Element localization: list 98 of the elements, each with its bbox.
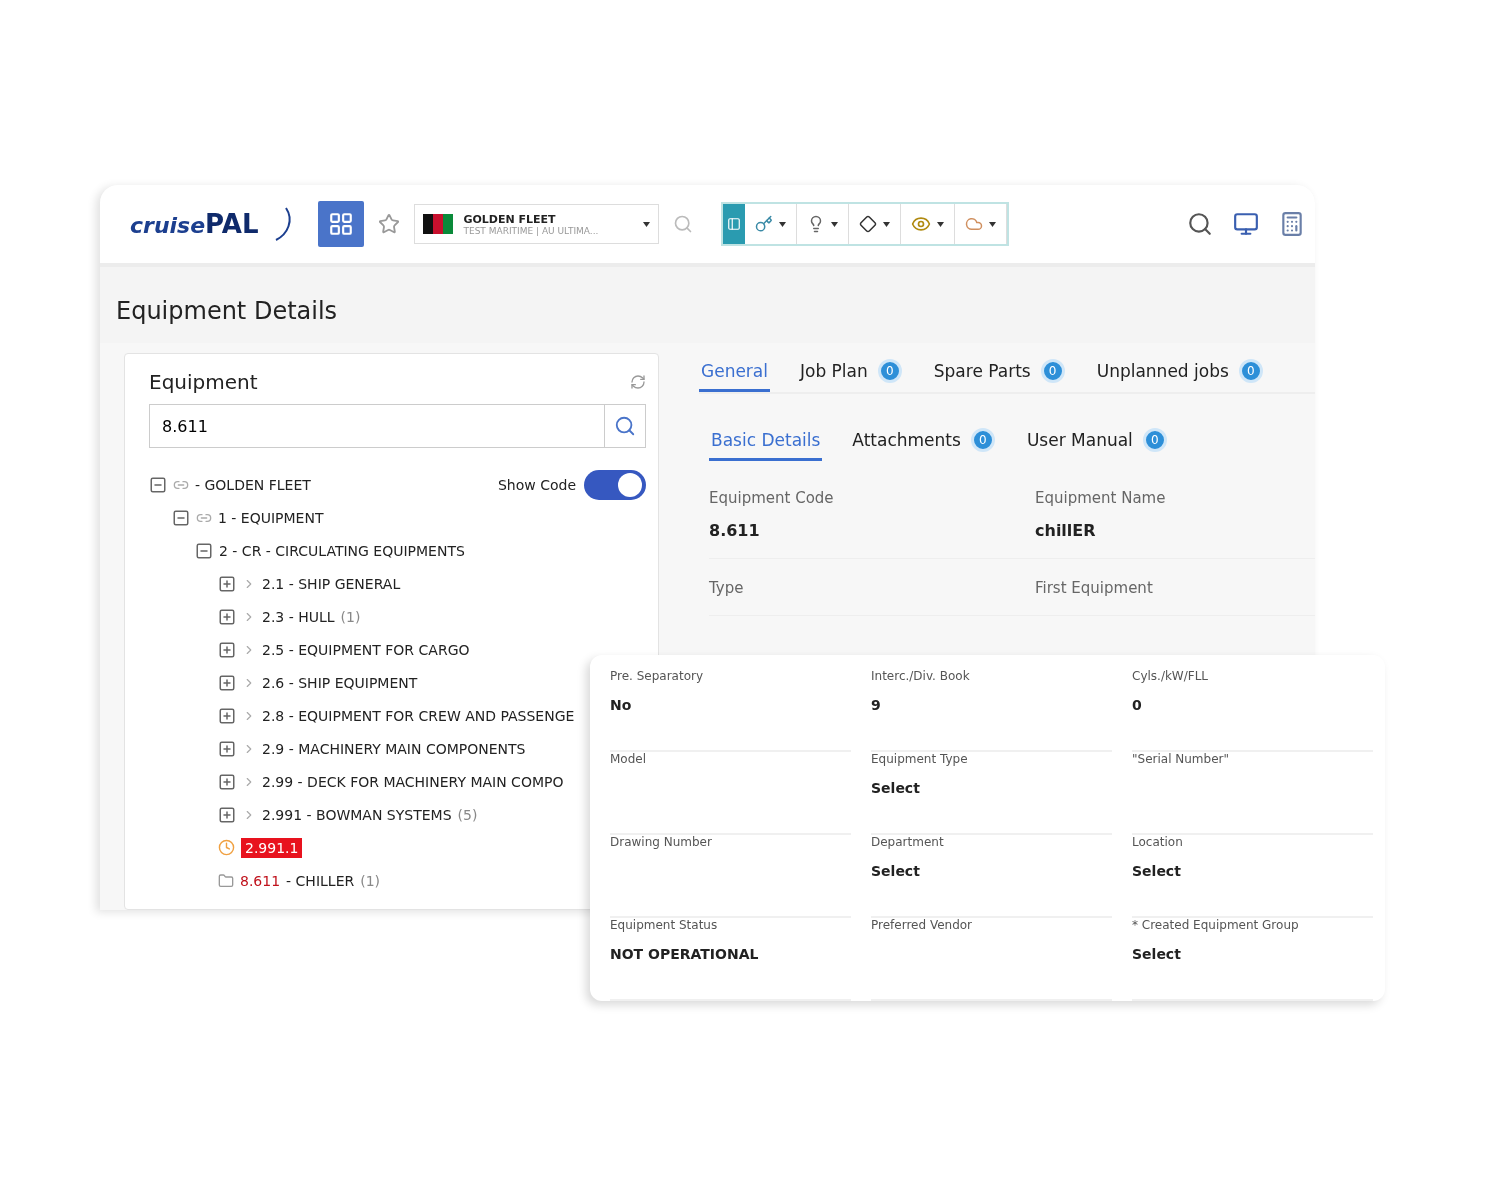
field-label: Type [709,579,745,597]
tree-node-label[interactable]: 1 - EQUIPMENT [218,509,324,526]
field-label: Equipment Name [1035,489,1167,507]
expand-icon[interactable] [218,805,236,824]
tree-node-label[interactable]: 2.8 - EQUIPMENT FOR CREW AND PASSENGE [262,707,575,724]
fleet-selector[interactable]: GOLDEN FLEET TEST MARITIME | AU ULTIMA... [414,204,660,244]
tree-node-label[interactable]: - CHILLER [286,872,355,889]
tab[interactable]: Spare Parts 0 [931,353,1067,392]
collapse-icon[interactable] [172,508,190,527]
tree-node-label[interactable]: 2.99 - DECK FOR MACHINERY MAIN COMPO [262,773,564,790]
count-badge: 0 [1040,359,1065,383]
panel-icon[interactable] [723,204,746,244]
clock-icon [218,839,235,856]
apps-menu-button[interactable] [318,201,365,247]
expand-icon[interactable] [218,673,236,692]
field-label: Preferred Vendor [871,918,974,932]
folder-icon [218,872,234,889]
field-label: First Equipment [1035,579,1154,597]
tree-node-label[interactable]: - GOLDEN FLEET [195,476,311,493]
search-icon[interactable] [1187,211,1213,237]
caret-icon [831,221,839,227]
selected-tree-node[interactable]: 2.991.1 [241,837,303,858]
node-count: (5) [457,806,478,823]
search-button[interactable] [604,404,646,448]
field-label: Equipment Status [610,918,719,932]
field-label: Equipment Type [871,752,969,766]
field-label: Cyls./kW/FLL [1132,669,1210,683]
caret-icon [883,221,891,227]
field-value: chillER [1035,521,1097,540]
key-icon [755,215,774,233]
expand-icon[interactable] [218,607,236,626]
panel-title: Equipment [149,370,258,394]
field-value: Select [1132,946,1182,962]
field-label: Location [1132,835,1184,849]
field-value: Select [871,863,921,879]
diamond-icon [859,215,878,233]
expand-icon[interactable] [218,772,236,791]
tree-node-label[interactable]: 2.9 - MACHINERY MAIN COMPONENTS [262,740,526,757]
eye-icon [911,214,932,234]
tree-node-label[interactable]: 2.1 - SHIP GENERAL [262,575,401,592]
flag-icon [423,214,454,234]
field-label: Department [871,835,945,849]
caret-icon [779,221,787,227]
tab[interactable]: General [699,353,770,392]
node-count: (1) [340,608,361,625]
favorite-icon[interactable] [378,213,401,235]
expand-icon[interactable] [218,574,236,593]
tab[interactable]: Basic Details [709,422,823,461]
field-label: Equipment Code [709,489,835,507]
expand-icon[interactable] [218,706,236,725]
field-label: Pre. Separatory [610,669,705,683]
tab[interactable]: Job Plan 0 [798,353,904,392]
field-label: Drawing Number [610,835,713,849]
monitor-icon[interactable] [1233,211,1259,237]
collapse-icon[interactable] [195,541,213,560]
grid-icon [328,211,355,237]
field-value: Select [871,780,921,796]
field-label: Model [610,752,648,766]
fleet-subtitle: TEST MARITIME | AU ULTIMA... [463,225,600,236]
count-badge: 0 [970,428,995,452]
count-badge: 0 [1142,428,1167,452]
calculator-icon[interactable] [1279,211,1305,237]
caret-icon [643,221,651,227]
caret-icon [937,221,945,227]
node-count: (1) [360,872,381,889]
field-value: Select [1132,863,1182,879]
tab[interactable]: Attachments 0 [850,422,997,461]
logo: cruisePAL [130,209,259,239]
caret-icon [989,221,997,227]
field-value: NOT OPERATIONAL [610,946,760,962]
tree-node-label[interactable]: 2.6 - SHIP EQUIPMENT [262,674,418,691]
field-value: 9 [871,697,882,713]
tab[interactable]: User Manual 0 [1024,422,1169,461]
collapse-icon[interactable] [149,475,167,494]
show-code-label: Show Code [497,476,576,493]
tab[interactable]: Unplanned jobs 0 [1094,353,1265,392]
page-title: Equipment Details [115,296,339,327]
show-code-toggle[interactable] [584,469,646,500]
search-field[interactable]: 8.611 [149,404,604,448]
expand-icon[interactable] [218,640,236,659]
refresh-icon[interactable] [630,374,646,390]
search-icon [614,415,636,437]
field-value: 8.611 [709,521,761,540]
count-badge: 0 [1238,359,1263,383]
tree-node-label[interactable]: 2.3 - HULL [262,608,335,625]
fleet-name: GOLDEN FLEET [463,212,557,226]
cloud-icon [965,215,984,233]
field-label: * Created Equipment Group [1132,918,1300,932]
field-value: No [610,697,633,713]
expand-icon[interactable] [218,739,236,758]
tree-node-label[interactable]: 2.991 - BOWMAN SYSTEMS [262,806,452,823]
field-label: "Serial Number" [1132,752,1230,766]
tree-node-label[interactable]: 2.5 - EQUIPMENT FOR CARGO [262,641,470,658]
equipment-code[interactable]: 8.611 [240,872,281,889]
field-label: Interc./Div. Book [871,669,971,683]
count-badge: 0 [877,359,902,383]
field-value: 0 [1132,697,1143,713]
tree-node-label[interactable]: 2 - CR - CIRCULATING EQUIPMENTS [219,542,465,559]
